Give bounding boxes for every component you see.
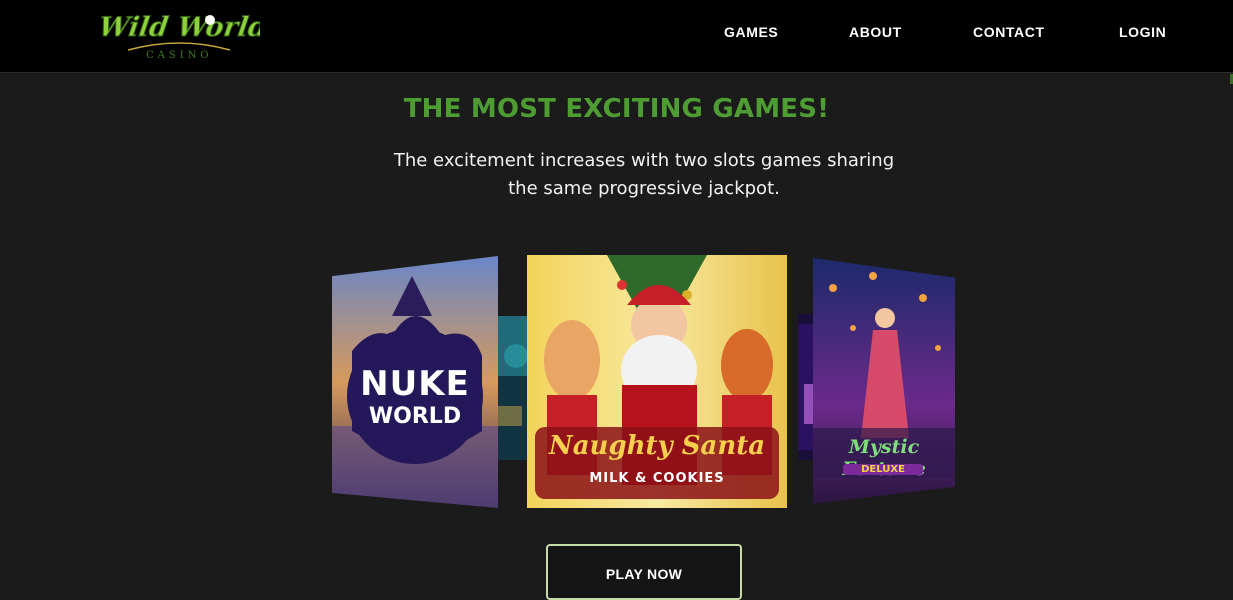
svg-text:Wild World: Wild World bbox=[100, 12, 260, 43]
site-header: Wild World CASINO GAMES ABOUT CONTACT LO… bbox=[0, 0, 1233, 73]
nav-about[interactable]: ABOUT bbox=[849, 24, 902, 40]
hero-subtitle-line-2: the same progressive jackpot. bbox=[508, 178, 780, 199]
clover-icon bbox=[205, 15, 215, 25]
game-card-naughty-santa[interactable]: Naughty Santa MILK & COOKIES bbox=[527, 255, 787, 508]
games-carousel: NUKE WORLD Naughty Santa MILK & COOKIES … bbox=[0, 240, 1233, 525]
nuke-world-title-line-2: WORLD bbox=[368, 404, 462, 429]
svg-text:CASINO: CASINO bbox=[146, 50, 213, 61]
hero-title: THE MOST EXCITING GAMES! bbox=[403, 94, 830, 124]
game-card-mystic-fortune[interactable]: Mystic Fortune DELUXE bbox=[813, 258, 955, 504]
hero-subtitle-line-1: The excitement increases with two slots … bbox=[393, 150, 895, 171]
nav-contact[interactable]: CONTACT bbox=[973, 24, 1045, 40]
nuke-world-title-line-1: NUKE bbox=[360, 364, 470, 404]
nav-login[interactable]: LOGIN bbox=[1119, 24, 1166, 40]
play-now-button[interactable]: PLAY NOW bbox=[546, 544, 742, 600]
hero-subtitle: The excitement increases with two slots … bbox=[366, 147, 922, 203]
mystic-fortune-title-line-2: DELUXE bbox=[843, 464, 923, 475]
naughty-santa-title-line-2: MILK & COOKIES bbox=[589, 471, 725, 486]
game-card-nuke-world[interactable]: NUKE WORLD bbox=[332, 256, 498, 508]
nav-games[interactable]: GAMES bbox=[724, 24, 778, 40]
naughty-santa-title-line-1: Naughty Santa bbox=[548, 431, 766, 461]
wild-world-casino-logo[interactable]: Wild World CASINO bbox=[100, 6, 260, 62]
logo-graphic: Wild World CASINO bbox=[100, 12, 260, 61]
